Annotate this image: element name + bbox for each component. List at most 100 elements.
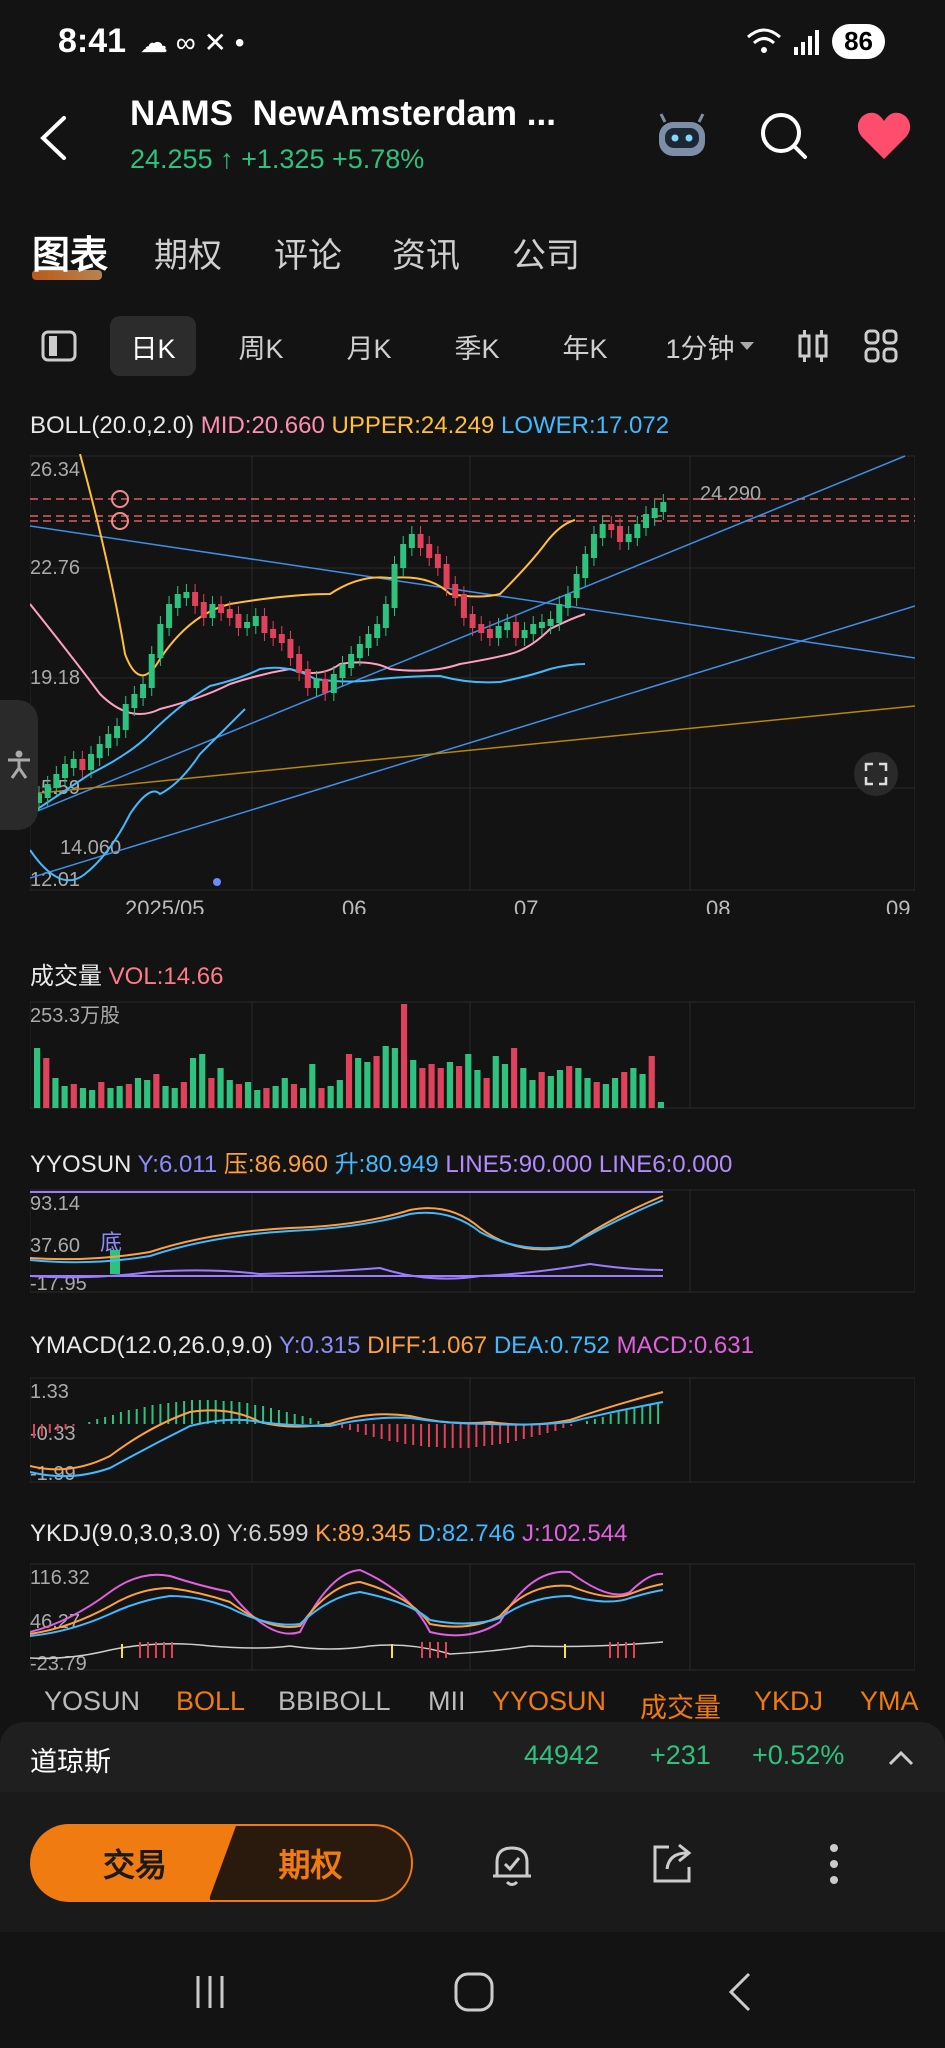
panel-icon [41, 330, 77, 362]
back-button[interactable] [28, 108, 78, 168]
trendline[interactable] [29, 705, 916, 795]
ya-line [29, 1195, 664, 1261]
candle-body [486, 629, 493, 638]
boll-indicator-legend[interactable]: BOLL(20.0,2.0) MID:20.660 UPPER:24.249 L… [30, 412, 669, 440]
volume-bar [456, 1066, 463, 1108]
alert-marker[interactable] [111, 490, 129, 530]
candle-body [452, 584, 459, 598]
kline-chart[interactable]: 26.34 22.76 19.18 15.59 12.01 14.060 24.… [29, 453, 916, 921]
volume-chart[interactable]: 253.3万股 [29, 1000, 916, 1110]
indicator-tab-ykdj[interactable]: YKDJ [754, 1686, 823, 1717]
period-minute-dropdown[interactable]: 1分钟 [660, 316, 760, 376]
candle-body [166, 604, 173, 628]
candle-style-button[interactable] [790, 316, 836, 376]
yyosun-y: Y:6.011 [137, 1151, 218, 1178]
period-day[interactable]: 日K [110, 316, 196, 376]
y-tick: 93.14 [30, 1193, 80, 1215]
tab-comments[interactable]: 评论 [274, 228, 342, 277]
volume-bar [391, 1048, 398, 1108]
indicator-tab-volume[interactable]: 成交量 [640, 1686, 721, 1724]
volume-bar [327, 1086, 334, 1108]
yyosun-chart[interactable]: 93.14 37.60 -17.95 底 [29, 1188, 916, 1295]
tab-company[interactable]: 公司 [512, 228, 580, 277]
bottom-signal-bar [110, 1250, 120, 1274]
tab-chart[interactable]: 图表 [32, 224, 108, 279]
accessibility-side-tab[interactable] [0, 700, 38, 830]
stock-quote: 24.255 ↑ +1.325 +5.78% [130, 144, 424, 175]
search-button[interactable] [754, 106, 814, 166]
indicator-tab-yosun[interactable]: YOSUN [44, 1686, 140, 1717]
candle-body [44, 784, 51, 798]
candle-body [590, 534, 597, 558]
yyosun-sheng: 升:80.949 [334, 1151, 439, 1178]
event-marker[interactable] [213, 878, 221, 886]
share-icon [653, 1843, 692, 1883]
main-tabs: 图表 期权 评论 资讯 公司 [0, 220, 945, 290]
fullscreen-button[interactable] [854, 752, 898, 796]
index-change-pct: +0.52% [752, 1740, 845, 1770]
indicator-tabs: YOSUN BOLL BBIBOLL MII YYOSUN 成交量 YKDJ Y… [0, 1682, 945, 1724]
volume-legend[interactable]: 成交量 VOL:14.66 [30, 956, 223, 991]
candle-body [434, 554, 441, 568]
tab-options[interactable]: 期权 [154, 228, 222, 277]
index-value: 44942 [524, 1740, 600, 1770]
indicator-tab-mii[interactable]: MII [428, 1686, 466, 1717]
system-nav-bar [0, 1932, 945, 2048]
home-button[interactable] [444, 1962, 504, 2022]
grid-layout-button[interactable] [858, 316, 904, 376]
period-month[interactable]: 月K [326, 316, 412, 376]
indicator-tab-bbiboll[interactable]: BBIBOLL [278, 1686, 391, 1717]
candle-body [270, 629, 277, 638]
alert-button[interactable] [482, 1834, 542, 1894]
candle-body [79, 759, 86, 770]
boll-mid: MID:20.660 [200, 412, 325, 439]
yyosun-legend[interactable]: YYOSUN Y:6.011 压:86.960 升:80.949 LINE5:9… [30, 1144, 732, 1179]
candle-body [348, 654, 355, 668]
volume-bar [98, 1082, 105, 1108]
period-week[interactable]: 周K [218, 316, 304, 376]
ymacd-legend[interactable]: YMACD(12.0,26.0,9.0) Y:0.315 DIFF:1.067 … [30, 1332, 754, 1360]
d-line [29, 1589, 664, 1637]
candle-body [599, 524, 606, 538]
macd-histogram [33, 1400, 660, 1448]
share-button[interactable] [642, 1834, 702, 1894]
status-time: 8:41 [58, 22, 127, 60]
ymacd-y: Y:0.315 [279, 1332, 361, 1359]
volume-bar [34, 1048, 41, 1108]
boll-upper-line [79, 453, 576, 677]
search-icon [761, 113, 807, 159]
sidebar-toggle-button[interactable] [36, 316, 82, 376]
indicator-tab-boll[interactable]: BOLL [176, 1686, 245, 1717]
trade-button[interactable]: 交易 [30, 1824, 240, 1902]
period-year[interactable]: 年K [542, 316, 628, 376]
tab-news[interactable]: 资讯 [392, 228, 460, 277]
chevron-up-icon[interactable] [888, 1750, 914, 1766]
ykdj-y: Y:6.599 [227, 1520, 309, 1547]
more-button[interactable] [804, 1834, 864, 1894]
candle-body [287, 639, 294, 658]
kline-chart-svg[interactable]: 26.34 22.76 19.18 15.59 12.01 14.060 24.… [29, 453, 916, 921]
candle-body [365, 634, 372, 648]
grid-icon [864, 329, 898, 363]
system-back-button[interactable] [710, 1962, 770, 2022]
ykdj-chart[interactable]: 116.32 46.27 -23.79 [29, 1562, 916, 1675]
indicator-tab-yma[interactable]: YMA [860, 1686, 919, 1717]
favorite-button[interactable] [854, 106, 914, 166]
volume-bar [70, 1084, 77, 1108]
period-quarter[interactable]: 季K [434, 316, 520, 376]
volume-bar [593, 1082, 600, 1108]
ykdj-legend[interactable]: YKDJ(9.0,3.0,3.0) Y:6.599 K:89.345 D:82.… [30, 1520, 627, 1548]
options-button[interactable]: 期权 [208, 1824, 413, 1902]
stock-change-pct: +5.78% [331, 144, 425, 174]
candle-body [200, 602, 207, 618]
candle-body [443, 564, 450, 588]
recent-apps-button[interactable] [180, 1962, 240, 2022]
indicator-tab-yyosun[interactable]: YYOSUN [492, 1686, 606, 1717]
volume-bar [483, 1078, 490, 1108]
robot-assistant-button[interactable] [652, 106, 712, 166]
x-tick: 08 [706, 896, 730, 914]
index-ticker[interactable]: 道琼斯 44942 +231 +0.52% [0, 1722, 945, 1792]
status-notification-icons: ☁ ∞ ✕ • [140, 27, 245, 58]
y-tick: 37.60 [30, 1235, 80, 1257]
ymacd-chart[interactable]: 1.33 -0.33 -1.99 [29, 1376, 916, 1485]
